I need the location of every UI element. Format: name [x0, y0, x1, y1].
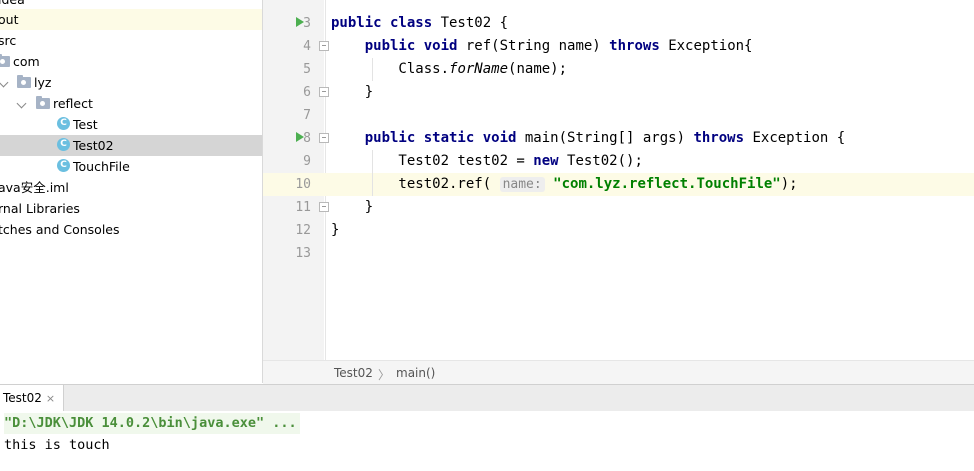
- class-icon: C: [57, 159, 70, 172]
- tree-item-scratches[interactable]: tches and Consoles: [0, 219, 262, 240]
- code-token: }: [331, 199, 374, 215]
- tree-item-label: TouchFile: [73, 159, 130, 174]
- code-token: forName: [449, 61, 509, 77]
- code-token: (name);: [508, 61, 568, 77]
- line-number: 12: [295, 223, 311, 238]
- line-number: 10: [295, 177, 311, 192]
- project-tree: idea out src com lyz reflect C Test C Te…: [0, 0, 263, 383]
- fold-icon[interactable]: [319, 202, 329, 212]
- tree-item-reflect[interactable]: reflect: [0, 93, 262, 114]
- code-line[interactable]: public void ref(String name) throws Exce…: [331, 35, 753, 58]
- console-command-line: "D:\JDK\JDK 14.0.2\bin\java.exe" ...: [4, 413, 300, 434]
- tree-item-external-libraries[interactable]: rnal Libraries: [0, 198, 262, 219]
- tree-item-label: ava安全.iml: [0, 180, 69, 195]
- class-icon: C: [57, 138, 70, 151]
- line-number: 4: [303, 39, 311, 54]
- breadcrumb: Test02 〉 main(): [263, 360, 974, 385]
- code-token: Exception {: [752, 130, 846, 146]
- tree-item-touchfile[interactable]: C TouchFile: [0, 156, 262, 177]
- code-token: public void: [364, 38, 466, 54]
- line-number: 13: [295, 246, 311, 261]
- package-icon: [36, 96, 50, 109]
- tree-item-iml[interactable]: ava安全.iml: [0, 177, 262, 198]
- chevron-down-icon[interactable]: [16, 98, 27, 109]
- chevron-down-icon[interactable]: [0, 77, 9, 88]
- code-line[interactable]: test02.ref( name: "com.lyz.reflect.Touch…: [331, 173, 798, 196]
- package-icon: [17, 75, 31, 88]
- class-icon: C: [57, 117, 70, 130]
- tree-item-label: rnal Libraries: [0, 201, 80, 216]
- code-token: public static void: [364, 130, 525, 146]
- console-output: this is touch: [4, 437, 110, 453]
- tree-item-label: src: [0, 33, 17, 48]
- tree-item-label: com: [13, 54, 40, 69]
- code-line[interactable]: }: [331, 219, 339, 242]
- tree-item-label: lyz: [34, 75, 52, 90]
- breadcrumb-class[interactable]: Test02: [334, 366, 373, 380]
- run-tab-label: Test02: [3, 391, 42, 405]
- line-number: 7: [303, 108, 311, 123]
- tree-item-src[interactable]: src: [0, 30, 262, 51]
- line-number: 6: [303, 85, 311, 100]
- code-token: new: [533, 153, 568, 169]
- tree-item-label: out: [0, 12, 19, 27]
- code-token: Exception{: [668, 38, 753, 54]
- code-token: public class: [331, 15, 441, 31]
- code-token: throws: [609, 38, 669, 54]
- code-token: main(String[] args): [524, 130, 694, 146]
- breadcrumb-method[interactable]: main(): [396, 366, 435, 380]
- code-line[interactable]: }: [331, 81, 373, 104]
- tree-item-test02[interactable]: C Test02: [0, 135, 262, 156]
- close-icon[interactable]: ×: [46, 392, 55, 405]
- tree-item-lyz[interactable]: lyz: [0, 72, 262, 93]
- run-tool-window-tabs: Test02 ×: [0, 384, 974, 412]
- code-line[interactable]: public class Test02 {: [331, 12, 508, 35]
- run-gutter-icon[interactable]: [296, 132, 304, 142]
- code-token: "com.lyz.reflect.TouchFile": [553, 176, 781, 192]
- run-gutter-icon[interactable]: [296, 17, 304, 27]
- tree-item-label: reflect: [53, 96, 93, 111]
- line-number: 5: [303, 62, 311, 77]
- code-token: throws: [693, 130, 753, 146]
- code-token: test02.ref(: [331, 176, 500, 192]
- fold-icon[interactable]: [319, 133, 329, 143]
- code-line[interactable]: Test02 test02 = new Test02();: [331, 150, 643, 173]
- tree-item-test[interactable]: C Test: [0, 114, 262, 135]
- line-number: 11: [295, 200, 311, 215]
- code-token: Test02();: [567, 153, 643, 169]
- package-icon: [0, 54, 10, 67]
- code-line[interactable]: public static void main(String[] args) t…: [331, 127, 845, 150]
- fold-icon[interactable]: [319, 87, 329, 97]
- parameter-hint: name:: [499, 177, 545, 192]
- run-tab-test02[interactable]: Test02 ×: [0, 385, 65, 411]
- run-console[interactable]: "D:\JDK\JDK 14.0.2\bin\java.exe" ... thi…: [0, 411, 974, 471]
- code-token: );: [780, 176, 798, 192]
- tree-item-com[interactable]: com: [0, 51, 262, 72]
- tree-item-label: tches and Consoles: [0, 222, 120, 237]
- code-token: Test02 {: [440, 15, 509, 31]
- code-token: ref(String name): [465, 38, 610, 54]
- breadcrumb-separator: 〉: [378, 368, 391, 382]
- code-token: }: [331, 222, 340, 238]
- code-token: Class.: [331, 61, 450, 77]
- code-token: Test02 test02 =: [331, 153, 534, 169]
- code-line[interactable]: Class.forName(name);: [331, 58, 567, 81]
- code-token: }: [331, 84, 374, 100]
- tree-item-out[interactable]: out: [0, 9, 262, 30]
- fold-icon[interactable]: [319, 41, 329, 51]
- tree-item-label: Test02: [73, 138, 114, 153]
- line-number: 9: [303, 154, 311, 169]
- tree-item-label: Test: [73, 117, 98, 132]
- code-line[interactable]: }: [331, 196, 373, 219]
